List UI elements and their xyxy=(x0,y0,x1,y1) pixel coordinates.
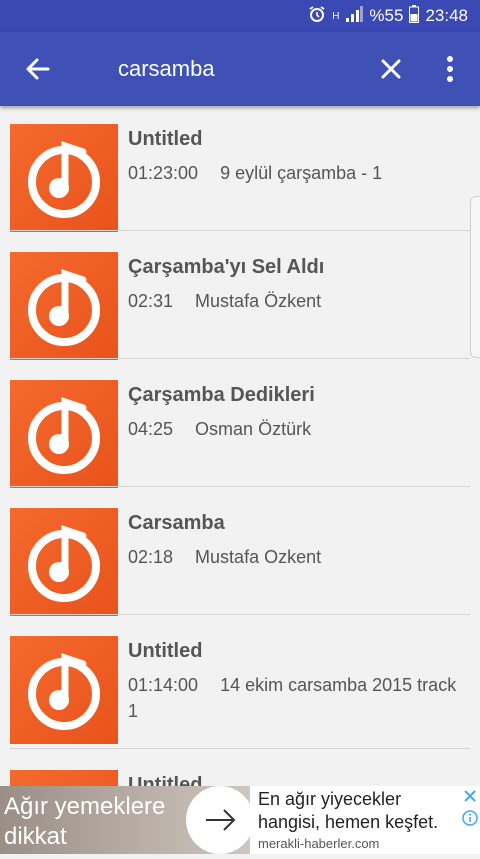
search-query[interactable]: carsamba xyxy=(118,56,215,82)
divider xyxy=(10,358,470,359)
track-title: Untitled xyxy=(128,774,203,786)
track-title: Çarşamba'yı Sel Aldı xyxy=(128,256,325,278)
divider xyxy=(10,230,470,231)
track-artist: Mustafa Ozkent xyxy=(195,547,322,567)
track-title: Çarşamba Dedikleri xyxy=(128,384,315,406)
music-note-icon xyxy=(28,525,100,602)
track-title: Untitled xyxy=(128,640,203,662)
track-title: Untitled xyxy=(128,128,203,150)
track-meta: 01:14:00 14 ekim carsamba 2015 track 1 xyxy=(128,672,463,724)
track-title: Carsamba xyxy=(128,512,225,534)
fast-scroll-handle[interactable] xyxy=(470,196,480,358)
ad-image-text: Ağır yemeklere dikkat xyxy=(4,793,166,850)
status-bar: H %55 23:48 xyxy=(0,0,480,32)
track-meta: 02:18 Mustafa Ozkent xyxy=(128,544,463,570)
track-thumbnail xyxy=(10,508,118,616)
info-icon[interactable] xyxy=(462,810,478,826)
track-artist: Osman Öztürk xyxy=(195,419,312,439)
track-artist: Mustafa Özkent xyxy=(195,291,322,311)
divider xyxy=(10,748,470,749)
track-thumbnail xyxy=(10,124,118,232)
track-artist: 9 eylül çarşamba - 1 xyxy=(220,163,383,183)
track-thumbnail xyxy=(10,380,118,488)
battery-percent: %55 xyxy=(369,6,404,25)
battery-icon xyxy=(409,4,420,28)
track-meta: 01:23:00 9 eylül çarşamba - 1 xyxy=(128,160,463,186)
ad-arrow-button[interactable] xyxy=(186,786,254,854)
arrow-right-icon xyxy=(206,809,236,831)
divider xyxy=(10,486,470,487)
track-duration: 04:25 xyxy=(128,419,174,439)
list-item[interactable]: Untitled 01:14:00 14 ekim carsamba 2015 t… xyxy=(10,636,470,744)
music-note-icon xyxy=(28,269,100,346)
close-icon[interactable] xyxy=(462,788,478,804)
list-item[interactable]: Untitled xyxy=(10,770,470,786)
track-duration: 02:18 xyxy=(128,547,174,567)
results-list: Untitled 01:23:00 9 eylül çarşamba - 1 Ça… xyxy=(0,106,480,786)
track-duration: 02:31 xyxy=(128,291,174,311)
list-item[interactable]: Çarşamba Dedikleri 04:25 Osman Öztürk xyxy=(10,380,470,488)
list-item[interactable]: Çarşamba'yı Sel Aldı 02:31 Mustafa Özkent xyxy=(10,252,470,360)
music-note-icon xyxy=(28,141,100,218)
alarm-icon xyxy=(308,5,326,28)
signal-icon xyxy=(345,5,364,27)
close-icon[interactable] xyxy=(376,54,406,84)
track-thumbnail xyxy=(10,636,118,744)
list-item[interactable]: Carsamba 02:18 Mustafa Ozkent xyxy=(10,508,470,616)
track-duration: 01:23:00 xyxy=(128,163,199,183)
list-item[interactable]: Untitled 01:23:00 9 eylül çarşamba - 1 xyxy=(10,124,470,232)
track-thumbnail xyxy=(10,770,118,786)
arrow-left-icon[interactable] xyxy=(20,51,56,87)
clock: 23:48 xyxy=(425,6,468,25)
ad-url[interactable]: merakli-haberler.com xyxy=(258,836,379,851)
divider xyxy=(10,614,470,615)
track-meta: 02:31 Mustafa Özkent xyxy=(128,288,463,314)
track-duration: 01:14:00 xyxy=(128,675,199,695)
network-type-label: H xyxy=(332,10,340,22)
music-note-icon xyxy=(28,397,100,474)
ad-banner[interactable]: Ağır yemeklere dikkat En ağır yiyecekler… xyxy=(0,786,480,854)
track-meta: 04:25 Osman Öztürk xyxy=(128,416,463,442)
music-note-icon xyxy=(28,653,100,730)
ad-headline[interactable]: En ağır yiyecekler hangisi, hemen keşfet… xyxy=(258,788,463,834)
app-bar: carsamba xyxy=(0,32,480,106)
track-thumbnail xyxy=(10,252,118,360)
more-vert-icon[interactable] xyxy=(440,52,460,86)
